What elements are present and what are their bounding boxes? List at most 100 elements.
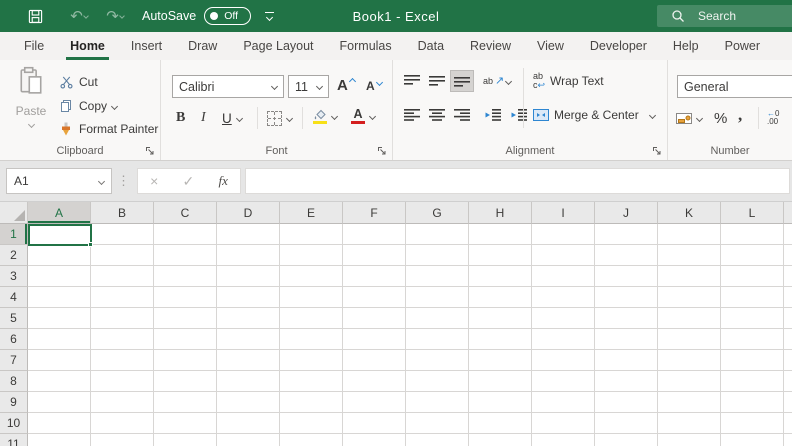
italic-button[interactable]: I	[201, 107, 206, 129]
column-header-D[interactable]: D	[217, 202, 280, 224]
paste-button[interactable]: Paste	[8, 66, 54, 142]
tab-draw[interactable]: Draw	[175, 32, 230, 60]
format-painter-button[interactable]: Format Painter	[58, 118, 158, 140]
cell-L3[interactable]	[721, 266, 784, 287]
name-box[interactable]: A1	[6, 168, 112, 194]
cell-K1[interactable]	[658, 224, 721, 245]
column-header-G[interactable]: G	[406, 202, 469, 224]
cell-H4[interactable]	[469, 287, 532, 308]
cell-L4[interactable]	[721, 287, 784, 308]
cell-H5[interactable]	[469, 308, 532, 329]
orientation-button[interactable]: ab ↗	[483, 70, 513, 92]
cut-button[interactable]: Cut	[58, 71, 98, 93]
cell-F8[interactable]	[343, 371, 406, 392]
cell-I11[interactable]	[532, 434, 595, 446]
cell-B2[interactable]	[91, 245, 154, 266]
cell-C11[interactable]	[154, 434, 217, 446]
row-header-11[interactable]: 11	[0, 434, 28, 446]
row-header-8[interactable]: 8	[0, 371, 28, 392]
cell-I2[interactable]	[532, 245, 595, 266]
clipboard-dialog-launcher[interactable]	[145, 145, 155, 155]
cell-L8[interactable]	[721, 371, 784, 392]
column-header-H[interactable]: H	[469, 202, 532, 224]
center-button[interactable]	[425, 104, 449, 126]
tab-file[interactable]: File	[11, 32, 57, 60]
increase-indent-button[interactable]	[507, 104, 531, 126]
copy-button[interactable]: Copy	[58, 95, 119, 117]
cell-L1[interactable]	[721, 224, 784, 245]
cell-D9[interactable]	[217, 392, 280, 413]
cell-J6[interactable]	[595, 329, 658, 350]
cell-F3[interactable]	[343, 266, 406, 287]
cell-B11[interactable]	[91, 434, 154, 446]
cell-C8[interactable]	[154, 371, 217, 392]
cell-C2[interactable]	[154, 245, 217, 266]
cell-C1[interactable]	[154, 224, 217, 245]
cell-G9[interactable]	[406, 392, 469, 413]
row-header-7[interactable]: 7	[0, 350, 28, 371]
cell-L2[interactable]	[721, 245, 784, 266]
cell-J11[interactable]	[595, 434, 658, 446]
fill-handle[interactable]	[88, 242, 93, 247]
cell-I4[interactable]	[532, 287, 595, 308]
cell-K5[interactable]	[658, 308, 721, 329]
cell-I8[interactable]	[532, 371, 595, 392]
alignment-dialog-launcher[interactable]	[652, 145, 662, 155]
cell-A10[interactable]	[28, 413, 91, 434]
tab-power[interactable]: Power	[712, 32, 773, 60]
row-header-1[interactable]: 1	[0, 224, 28, 245]
column-header-A[interactable]: A	[28, 202, 91, 224]
cell-F2[interactable]	[343, 245, 406, 266]
cell-partial-3[interactable]	[784, 266, 792, 287]
cell-E5[interactable]	[280, 308, 343, 329]
cell-F6[interactable]	[343, 329, 406, 350]
tab-insert[interactable]: Insert	[118, 32, 175, 60]
cell-J4[interactable]	[595, 287, 658, 308]
cell-partial-4[interactable]	[784, 287, 792, 308]
cell-L5[interactable]	[721, 308, 784, 329]
cell-H2[interactable]	[469, 245, 532, 266]
row-header-2[interactable]: 2	[0, 245, 28, 266]
cell-D4[interactable]	[217, 287, 280, 308]
cell-C5[interactable]	[154, 308, 217, 329]
cell-partial-9[interactable]	[784, 392, 792, 413]
cell-I9[interactable]	[532, 392, 595, 413]
cancel-button[interactable]: ×	[150, 173, 158, 189]
cell-B4[interactable]	[91, 287, 154, 308]
undo-button[interactable]: ↶	[66, 3, 92, 29]
cell-H1[interactable]	[469, 224, 532, 245]
cell-J1[interactable]	[595, 224, 658, 245]
column-header-B[interactable]: B	[91, 202, 154, 224]
cell-H9[interactable]	[469, 392, 532, 413]
cell-J9[interactable]	[595, 392, 658, 413]
number-format-combo[interactable]: General	[677, 75, 792, 98]
cell-K7[interactable]	[658, 350, 721, 371]
cell-D5[interactable]	[217, 308, 280, 329]
cell-C10[interactable]	[154, 413, 217, 434]
cell-G6[interactable]	[406, 329, 469, 350]
cell-A5[interactable]	[28, 308, 91, 329]
customize-quick-access-button[interactable]	[265, 12, 275, 22]
autosave-toggle[interactable]: Off	[204, 7, 252, 25]
accounting-format-button[interactable]	[676, 107, 704, 129]
cell-I5[interactable]	[532, 308, 595, 329]
cell-E6[interactable]	[280, 329, 343, 350]
cell-K8[interactable]	[658, 371, 721, 392]
column-header-C[interactable]: C	[154, 202, 217, 224]
cell-J3[interactable]	[595, 266, 658, 287]
font-name-combo[interactable]: Calibri	[172, 75, 284, 98]
cell-H3[interactable]	[469, 266, 532, 287]
cell-K11[interactable]	[658, 434, 721, 446]
cell-B5[interactable]	[91, 308, 154, 329]
cell-D2[interactable]	[217, 245, 280, 266]
cell-A7[interactable]	[28, 350, 91, 371]
cell-H7[interactable]	[469, 350, 532, 371]
column-header-K[interactable]: K	[658, 202, 721, 224]
cell-A4[interactable]	[28, 287, 91, 308]
cell-C3[interactable]	[154, 266, 217, 287]
cell-partial-8[interactable]	[784, 371, 792, 392]
cell-A3[interactable]	[28, 266, 91, 287]
cell-D8[interactable]	[217, 371, 280, 392]
cell-L11[interactable]	[721, 434, 784, 446]
row-header-4[interactable]: 4	[0, 287, 28, 308]
